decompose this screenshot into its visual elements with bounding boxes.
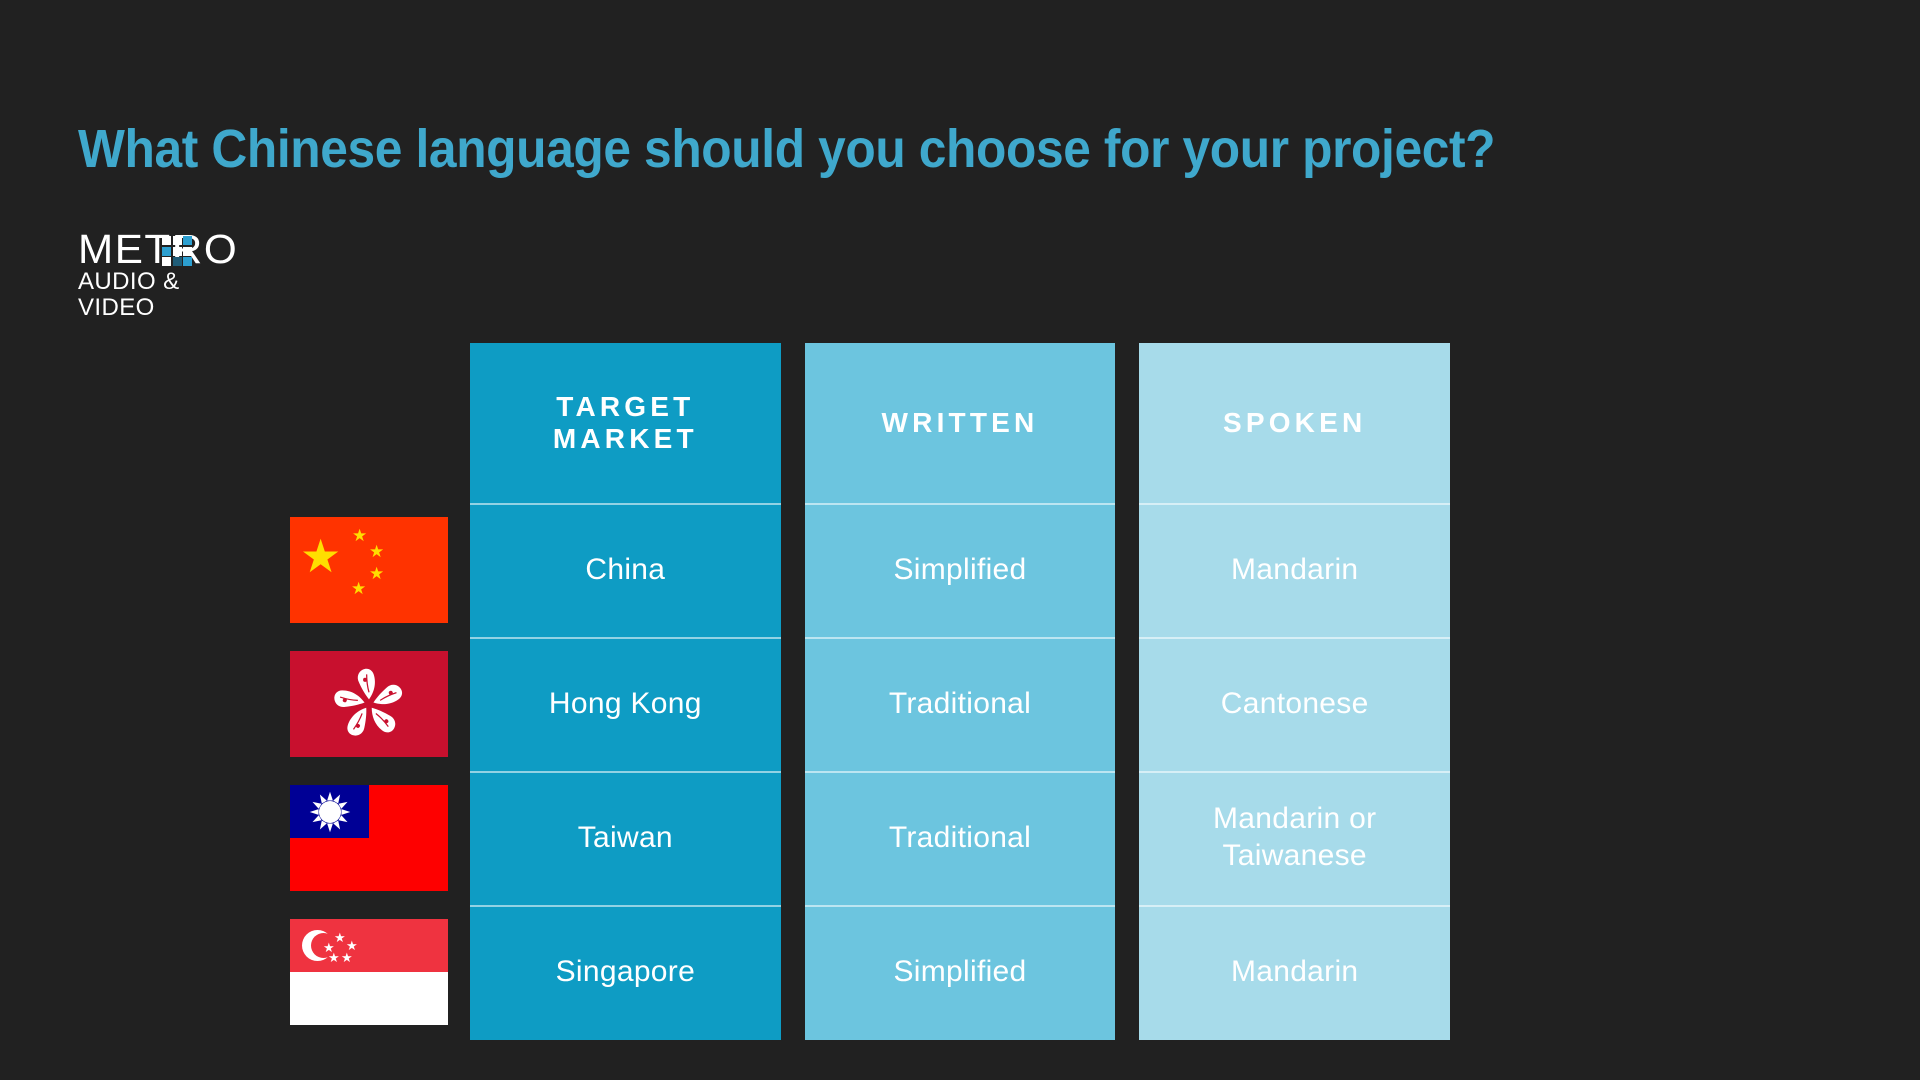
hong-kong-flag bbox=[290, 651, 448, 757]
star-icon: ★ bbox=[369, 564, 385, 583]
comparison-table: TARGET MARKET China Hong Kong Taiwan Sin… bbox=[470, 343, 1451, 1040]
page-title: What Chinese language should you choose … bbox=[78, 119, 1496, 179]
column-target-market: TARGET MARKET China Hong Kong Taiwan Sin… bbox=[470, 343, 781, 1040]
metro-audio-video-logo: METRO AUDIO & VIDEO bbox=[78, 229, 262, 321]
logo-tagline: AUDIO & VIDEO bbox=[78, 268, 180, 321]
flag-slot: ★ ★ ★ ★ ★ bbox=[290, 905, 448, 1039]
pixel-grid-icon bbox=[162, 236, 192, 266]
table-cell: Traditional bbox=[804, 637, 1116, 771]
china-flag: ★ ★ ★ ★ ★ bbox=[290, 517, 448, 623]
table-cell: Traditional bbox=[804, 771, 1116, 905]
star-icon: ★ bbox=[328, 950, 340, 965]
table-cell: China bbox=[470, 503, 781, 637]
table-cell: Taiwan bbox=[470, 771, 781, 905]
star-icon: ★ bbox=[369, 542, 385, 561]
bauhinia-flower-icon bbox=[331, 668, 405, 740]
table-cell: Cantonese bbox=[1139, 637, 1450, 771]
table-cell: Mandarin bbox=[1139, 905, 1450, 1039]
slide-canvas: What Chinese language should you choose … bbox=[0, 0, 1920, 1080]
flag-column: ★ ★ ★ ★ ★ ★ ★ ★ ★ ★ bbox=[290, 503, 448, 1039]
twelve-ray-sun-icon bbox=[309, 791, 350, 832]
column-written: WRITTEN Simplified Traditional Tradition… bbox=[804, 343, 1116, 1040]
singapore-flag: ★ ★ ★ ★ ★ bbox=[290, 919, 448, 1025]
table-cell: Simplified bbox=[804, 503, 1116, 637]
column-header-written: WRITTEN bbox=[881, 407, 1039, 438]
table-cell: Singapore bbox=[470, 905, 781, 1039]
column-header-spoken: SPOKEN bbox=[1222, 407, 1367, 438]
table-cell: Hong Kong bbox=[470, 637, 781, 771]
taiwan-flag bbox=[290, 785, 448, 891]
flag-slot: ★ ★ ★ ★ ★ bbox=[290, 503, 448, 637]
table-cell: Mandarin bbox=[1139, 503, 1450, 637]
star-icon: ★ bbox=[352, 526, 368, 545]
table-cell: Mandarin or Taiwanese bbox=[1139, 771, 1450, 905]
star-icon: ★ bbox=[341, 950, 353, 965]
table-cell: Simplified bbox=[804, 905, 1116, 1039]
star-icon: ★ bbox=[351, 579, 367, 598]
flag-slot bbox=[290, 637, 448, 771]
star-icon: ★ bbox=[334, 930, 346, 945]
star-icon: ★ bbox=[300, 530, 342, 582]
column-header-target-market: TARGET MARKET bbox=[552, 391, 698, 454]
flag-slot bbox=[290, 771, 448, 905]
logo-wordmark-row: METRO bbox=[78, 229, 262, 270]
column-spoken: SPOKEN Mandarin Cantonese Mandarin or Ta… bbox=[1139, 343, 1451, 1040]
